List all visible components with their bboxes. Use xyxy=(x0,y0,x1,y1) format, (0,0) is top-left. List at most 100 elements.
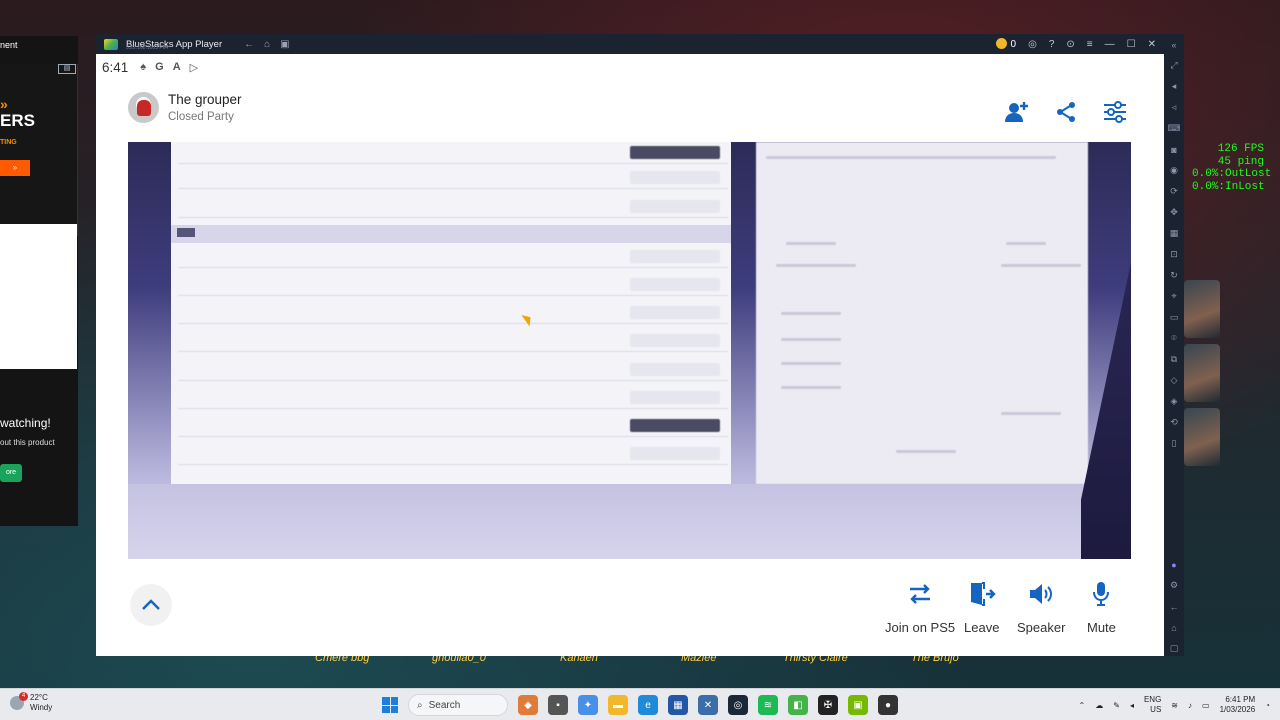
volume-icon[interactable]: ◂ xyxy=(1164,76,1184,97)
screen-share-stream[interactable] xyxy=(128,142,1131,559)
help-icon[interactable]: ? xyxy=(1049,39,1055,50)
character-portrait xyxy=(1184,344,1220,402)
apk-icon[interactable]: ▦ xyxy=(1164,223,1184,244)
riot-client-icon[interactable]: ● xyxy=(878,695,898,715)
rotate-icon[interactable]: ↻ xyxy=(1164,265,1184,286)
coins-display[interactable]: 0 xyxy=(995,38,1016,50)
minimize-icon[interactable]: — xyxy=(1105,39,1115,50)
performance-overlay: 126 FPS 45 ping 0.0%:OutLost 0.0%:InLost xyxy=(1192,143,1271,193)
microphone-icon xyxy=(1087,580,1115,608)
keyboard-icon[interactable]: ⌨ xyxy=(1164,118,1184,139)
wifi-icon[interactable]: ≋ xyxy=(1171,701,1178,710)
weather-temp: 22°C xyxy=(30,693,48,702)
fullscreen-icon[interactable]: ⤢ xyxy=(1164,55,1184,76)
edge-browser-icon[interactable]: e xyxy=(638,695,658,715)
record-icon[interactable]: ◉ xyxy=(1164,160,1184,181)
camera-icon[interactable]: ◙ xyxy=(1164,139,1184,160)
book-icon[interactable]: ▯ xyxy=(1164,433,1184,454)
streamed-checkbox xyxy=(630,200,720,213)
streamed-text-line xyxy=(781,338,841,341)
multi-instance-icon[interactable]: ▣ xyxy=(280,39,289,50)
add-friend-icon[interactable] xyxy=(1003,98,1031,126)
windows-start-icon[interactable] xyxy=(382,697,398,713)
mute-button[interactable]: Mute xyxy=(1087,580,1116,635)
discord-icon[interactable]: ● xyxy=(1164,554,1184,575)
multi-instance-sidebar-icon[interactable]: ⧉ xyxy=(1164,349,1184,370)
spotify-icon[interactable]: ≋ xyxy=(758,695,778,715)
sidebar-collapse-icon[interactable]: « xyxy=(1164,34,1184,55)
screenshot-icon[interactable]: ⊡ xyxy=(1164,244,1184,265)
streamed-menu-row xyxy=(178,142,728,164)
swap-icon xyxy=(906,580,934,608)
settings-gear-icon[interactable]: ⚙ xyxy=(1164,575,1184,596)
notifications-icon[interactable]: ⊙ xyxy=(1066,39,1074,50)
mute-label: Mute xyxy=(1087,620,1116,635)
nvidia-icon[interactable]: ▣ xyxy=(848,695,868,715)
location-icon[interactable]: ⌾ xyxy=(1164,328,1184,349)
play-store-icon: ▷ xyxy=(189,61,199,74)
leave-door-icon xyxy=(968,580,996,608)
store-icon[interactable]: ▦ xyxy=(668,695,688,715)
maximize-icon[interactable]: ☐ xyxy=(1127,39,1136,50)
share-icon[interactable] xyxy=(1052,98,1080,126)
home-icon[interactable]: ⌂ xyxy=(264,39,270,50)
vpn-icon[interactable]: ✕ xyxy=(698,695,718,715)
streamed-dropdown xyxy=(630,447,720,460)
gamepad-icon[interactable]: ✥ xyxy=(1164,202,1184,223)
cloud-icon[interactable]: ☁ xyxy=(1095,701,1103,710)
website-more-button[interactable]: ore xyxy=(0,464,22,482)
settings-sliders-icon[interactable] xyxy=(1101,98,1129,126)
eco-mode-icon[interactable]: ◇ xyxy=(1164,370,1184,391)
menu-icon[interactable]: ≡ xyxy=(1087,39,1093,50)
game-app-icon[interactable]: ✠ xyxy=(818,695,838,715)
macro-icon[interactable]: ⟳ xyxy=(1164,181,1184,202)
weather-widget[interactable]: 4 22°C Windy xyxy=(10,692,52,713)
account-icon[interactable]: ◎ xyxy=(1028,39,1037,50)
folder-icon[interactable]: ▭ xyxy=(1164,307,1184,328)
clock-date: 1/03/2026 xyxy=(1219,705,1256,714)
tray-overflow-icon[interactable]: ⌃ xyxy=(1079,701,1086,710)
website-chevron-icon: » xyxy=(0,96,8,112)
bluestacks-sidebar: « ⤢ ◂ ◃ ⌨ ◙ ◉ ⟳ ✥ ▦ ⊡ ↻ ⌖ ▭ ⌾ ⧉ ◇ ◈ ⟲ ▯ … xyxy=(1164,34,1184,656)
copilot-icon[interactable]: ✦ xyxy=(578,695,598,715)
volume-down-icon[interactable]: ◃ xyxy=(1164,97,1184,118)
taskbar-clock[interactable]: 6:41 PM 1/03/2026 xyxy=(1220,695,1256,715)
sync-icon[interactable]: ⟲ xyxy=(1164,412,1184,433)
android-back-icon[interactable]: ← xyxy=(1164,596,1184,617)
website-promo-button[interactable]: » xyxy=(0,160,30,176)
steam-icon[interactable]: ◎ xyxy=(728,695,748,715)
search-icon: ⌕ xyxy=(417,699,423,711)
expand-up-button[interactable] xyxy=(130,584,172,626)
join-on-ps5-button[interactable]: Join on PS5 xyxy=(885,580,955,635)
android-recents-icon[interactable]: ▢ xyxy=(1164,638,1184,659)
speaker-button[interactable]: Speaker xyxy=(1017,580,1065,635)
android-home-icon[interactable]: ⌂ xyxy=(1164,617,1184,638)
streamed-dropdown xyxy=(630,146,720,159)
streamed-text-line xyxy=(896,450,956,453)
streamed-text-line xyxy=(786,242,836,245)
bluestacks-taskbar-icon[interactable]: ◧ xyxy=(788,695,808,715)
leave-button[interactable]: Leave xyxy=(964,580,999,635)
party-avatar[interactable] xyxy=(128,92,159,123)
layers-icon[interactable]: ◈ xyxy=(1164,391,1184,412)
window-titlebar[interactable]: BlueStacks App Player 5.22.160.1003 P64 … xyxy=(96,34,1164,54)
android-status-bar: 6:41 ♠ G A ▷ xyxy=(96,54,1164,80)
tray-volume-icon[interactable]: ♪ xyxy=(1188,701,1192,710)
close-icon[interactable]: ✕ xyxy=(1148,39,1156,50)
widgets-app-icon[interactable]: ◆ xyxy=(518,695,538,715)
battery-icon[interactable]: ▭ xyxy=(1202,701,1210,710)
shake-icon[interactable]: ⌖ xyxy=(1164,286,1184,307)
tray-speaker-icon[interactable]: ◂ xyxy=(1130,701,1134,710)
file-app-icon[interactable]: ▪ xyxy=(548,695,568,715)
streamed-text-line xyxy=(1006,242,1046,245)
weather-text: 22°C Windy xyxy=(30,693,52,713)
language-indicator[interactable]: ENG US xyxy=(1144,695,1161,715)
file-explorer-icon[interactable]: ▬ xyxy=(608,695,628,715)
playstation-icon: ♠ xyxy=(140,60,147,73)
status-time: 6:41 xyxy=(102,59,129,75)
pen-icon[interactable]: ✎ xyxy=(1113,701,1120,710)
taskbar-search[interactable]: ⌕ Search xyxy=(408,694,508,716)
back-arrow-icon[interactable]: ← xyxy=(244,39,254,50)
notification-bell-icon[interactable]: ◔ xyxy=(1265,701,1270,710)
fps-readout: 126 FPS xyxy=(1217,143,1264,155)
